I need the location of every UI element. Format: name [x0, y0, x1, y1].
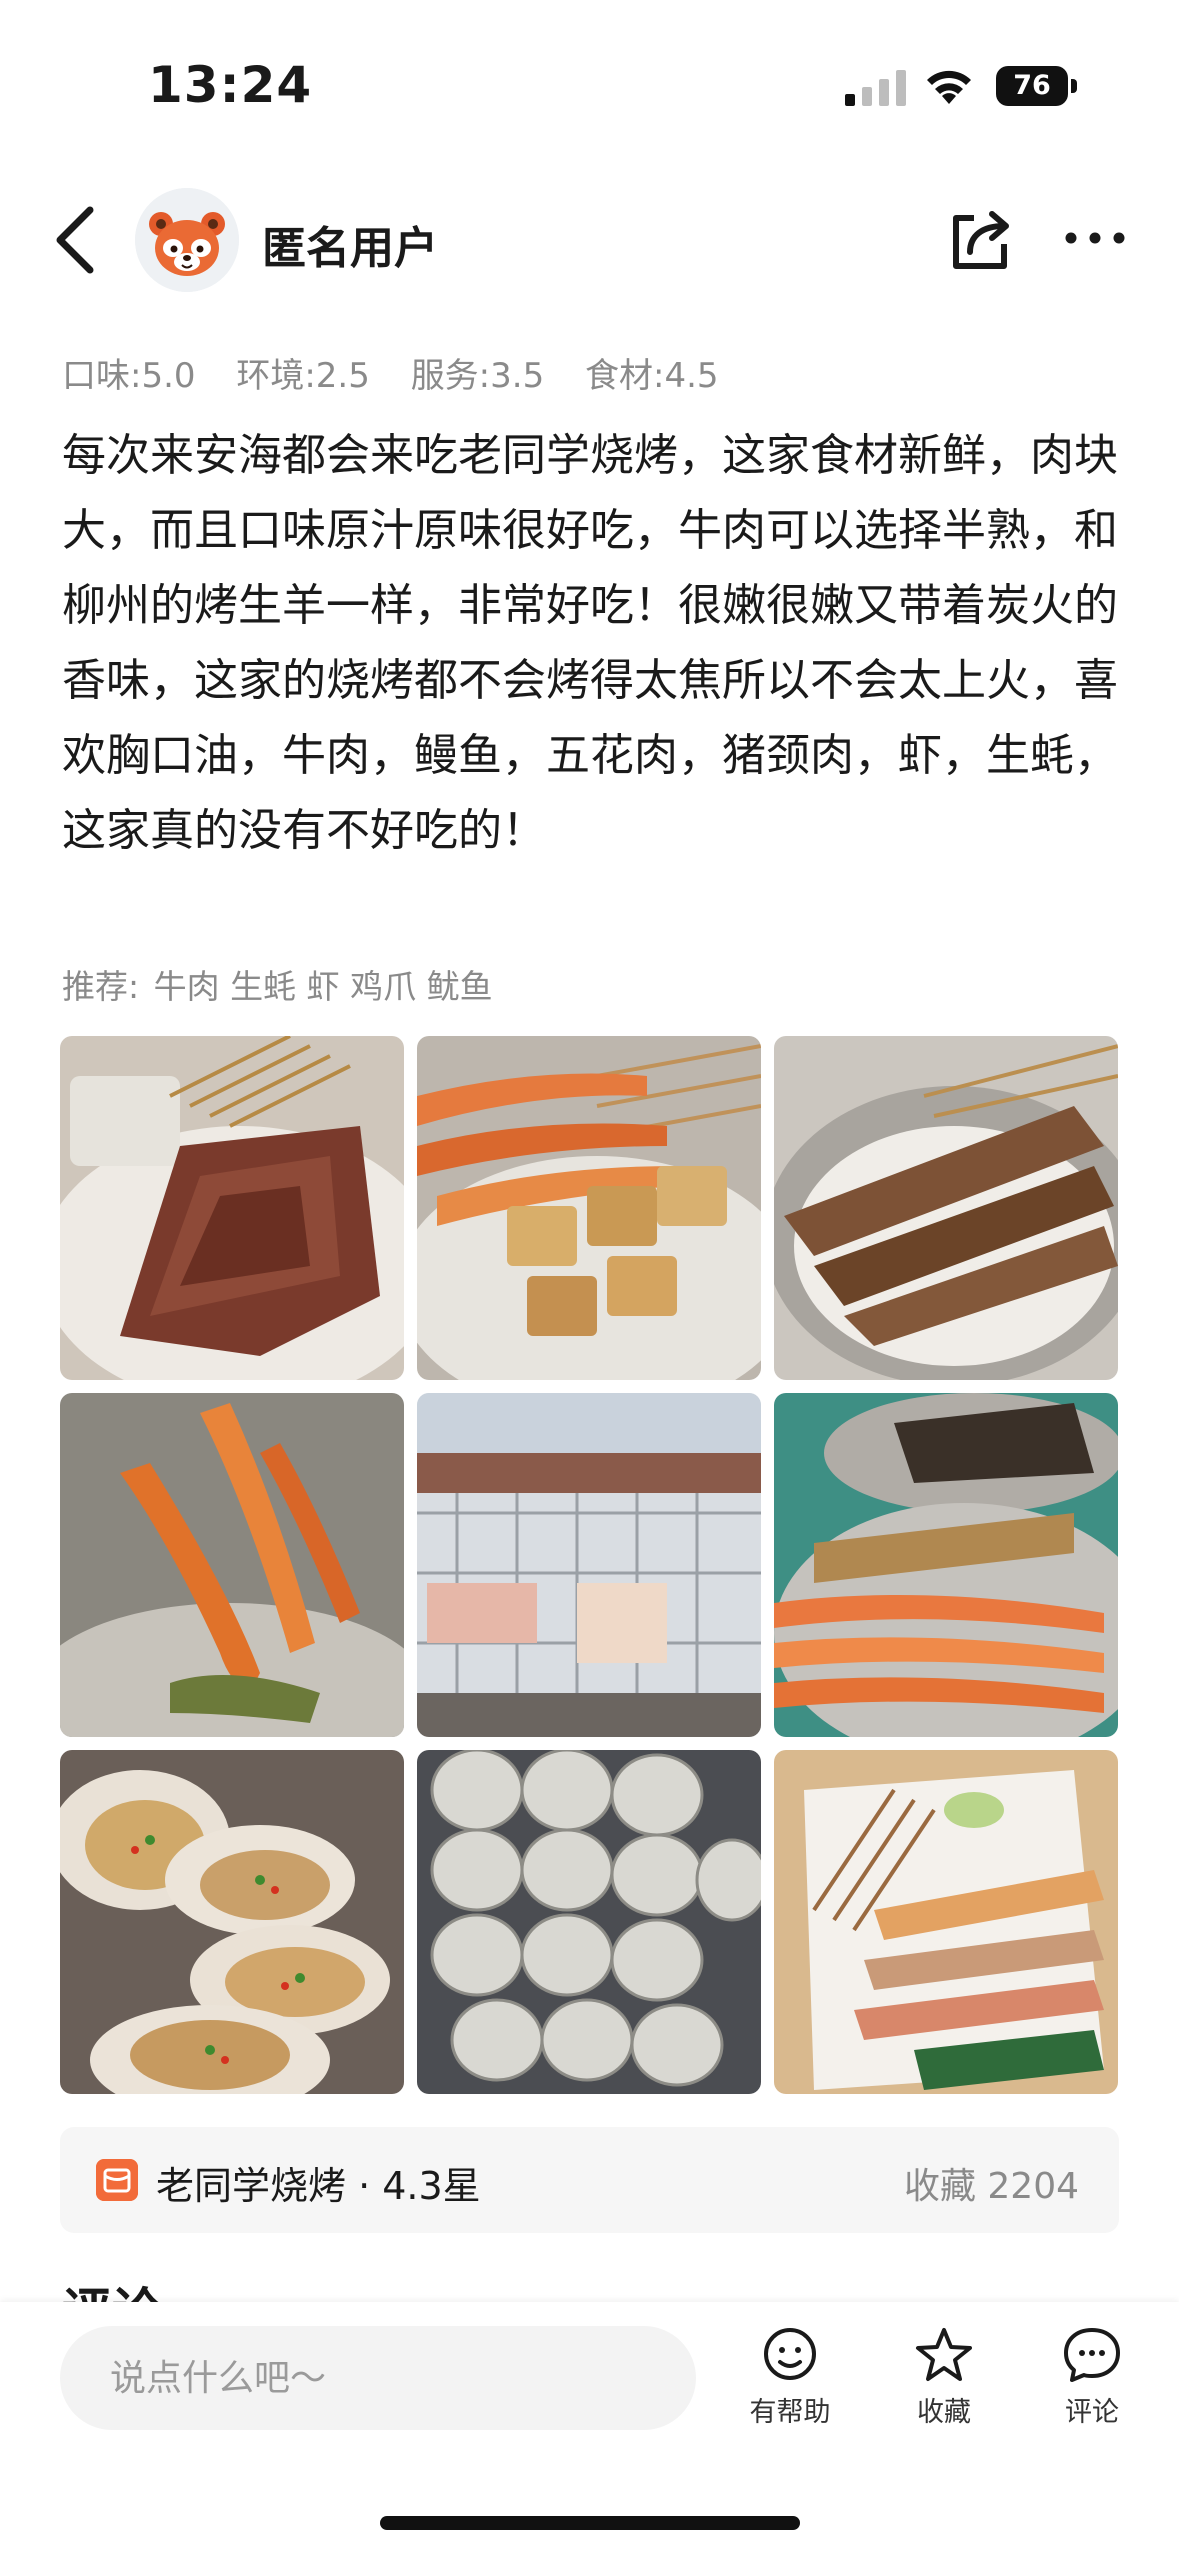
eel-shrimp-plate-photo[interactable] — [774, 1393, 1118, 1737]
battery-indicator: 76 — [996, 66, 1077, 106]
skewer-basket-photo[interactable] — [774, 1750, 1118, 2094]
status-time: 13:24 — [148, 56, 313, 114]
review-text: 每次来安海都会来吃老同学烧烤，这家食材新鲜，肉块大，而且口味原汁原味很好吃，牛肉… — [62, 430, 1118, 856]
rating-service: 服务:3.5 — [410, 356, 545, 396]
avatar[interactable] — [135, 188, 239, 292]
recommend-row: 推荐: 牛肉 生蚝 虾 鸡爪 鱿鱼 — [62, 960, 493, 1008]
wifi-icon — [927, 70, 971, 104]
grilled-oysters-photo[interactable] — [60, 1750, 404, 2094]
share-icon[interactable] — [946, 204, 1016, 274]
shop-icon — [96, 2159, 138, 2201]
user-name[interactable]: 匿名用户 — [262, 212, 438, 276]
battery-tip — [1071, 79, 1077, 93]
review-detail-page: 13:24 76 匿名用户 口味:5.0 环境:2.5 服务:3.5 食材:4.… — [0, 0, 1179, 2556]
favorite-button[interactable]: 收藏 — [884, 2326, 1004, 2429]
comment-label: 评论 — [1065, 2397, 1119, 2428]
comment-input[interactable] — [60, 2326, 696, 2430]
recommend-label: 推荐: — [62, 967, 140, 1006]
home-indicator — [380, 2516, 800, 2530]
post-header: 匿名用户 — [0, 180, 1179, 300]
favorite-label: 收藏 — [917, 2397, 971, 2428]
status-bar: 13:24 76 — [0, 0, 1179, 170]
shrimp-tofu-skewers-photo[interactable] — [417, 1036, 761, 1380]
helpful-button[interactable]: 有帮助 — [730, 2326, 850, 2429]
ratings-row: 口味:5.0 环境:2.5 服务:3.5 食材:4.5 — [62, 348, 749, 397]
meat-skewers-photo[interactable] — [774, 1036, 1118, 1380]
helpful-label: 有帮助 — [749, 2397, 831, 2428]
red-panda-avatar-icon — [135, 188, 239, 292]
battery-level: 76 — [996, 66, 1068, 106]
cellular-signal-icon — [845, 70, 906, 106]
shop-favorites-count: 收藏 2204 — [903, 2166, 1079, 2207]
more-dots-icon[interactable] — [1062, 218, 1128, 258]
star-icon — [916, 2328, 972, 2381]
rating-environment: 环境:2.5 — [236, 356, 370, 396]
raw-oysters-photo[interactable] — [417, 1750, 761, 2094]
shop-card[interactable]: 老同学烧烤 · 4.3星 收藏 2204 — [60, 2127, 1119, 2233]
shop-name: 老同学烧烤 · 4.3星 — [156, 2164, 481, 2208]
rating-ingredients: 食材:4.5 — [585, 356, 719, 396]
grilled-shrimp-photo[interactable] — [60, 1393, 404, 1737]
comment-bubble-icon — [1064, 2328, 1120, 2382]
rating-taste: 口味:5.0 — [62, 356, 196, 396]
recommend-tags[interactable]: 牛肉 生蚝 虾 鸡爪 鱿鱼 — [154, 967, 493, 1006]
comment-button[interactable]: 评论 — [1032, 2326, 1152, 2429]
helpful-icon — [764, 2328, 816, 2380]
beef-skewers-photo[interactable] — [60, 1036, 404, 1380]
skewer-display-fridge-photo[interactable] — [417, 1393, 761, 1737]
back-button[interactable] — [46, 200, 106, 280]
photo-grid — [60, 1036, 1119, 2096]
